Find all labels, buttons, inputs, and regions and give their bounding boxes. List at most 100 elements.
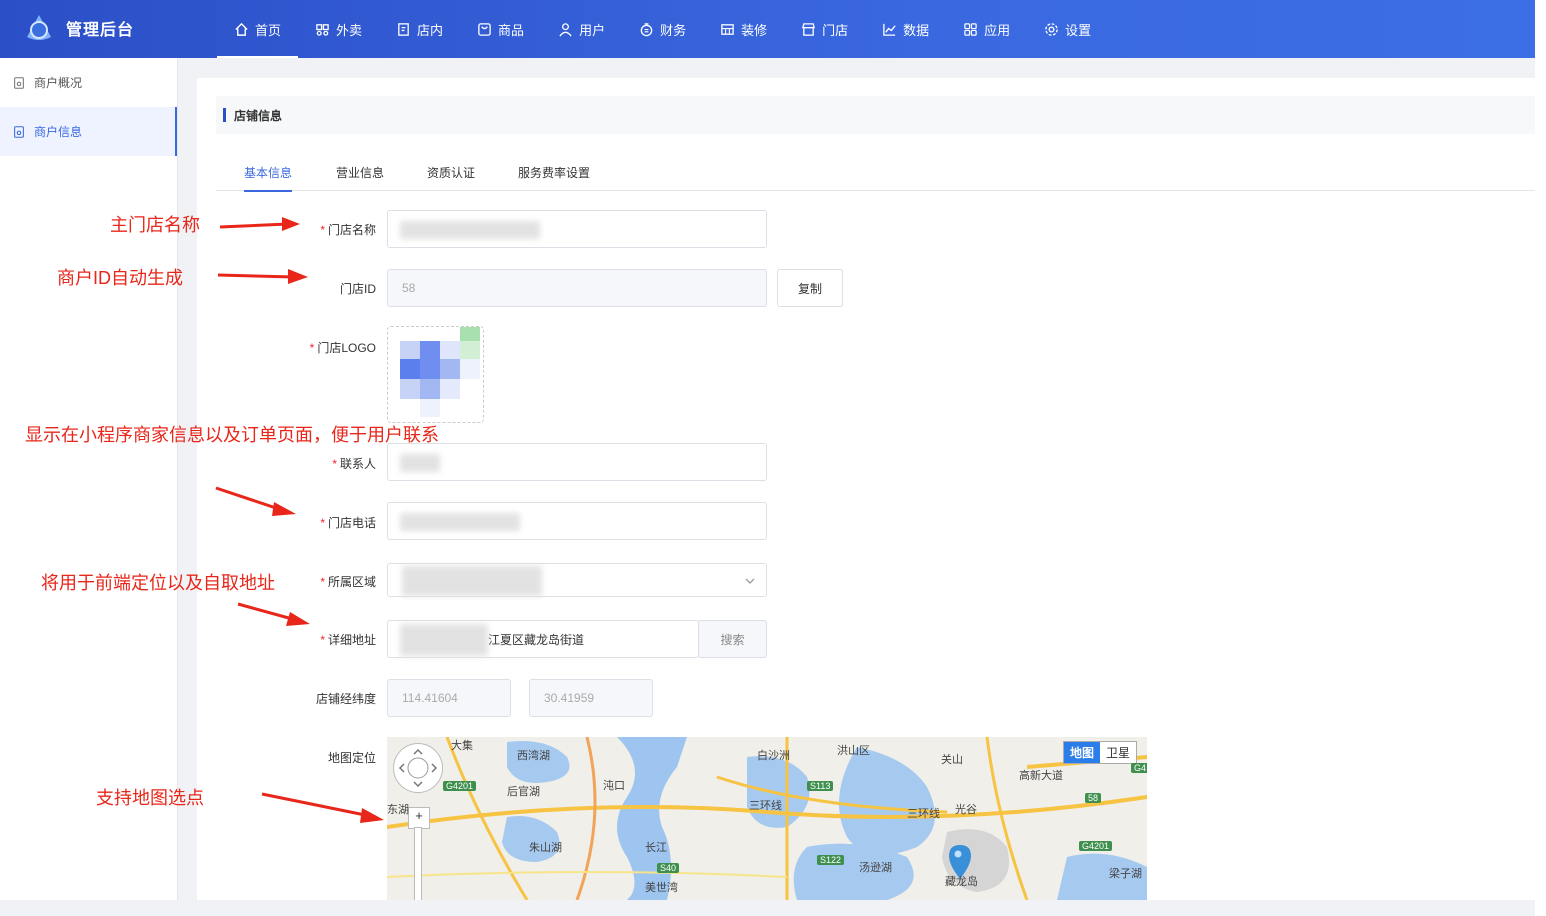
map-type-satellite[interactable]: 卫星 [1100,742,1136,763]
logo-label: * 门店LOGO [309,341,376,355]
map-road-badge: S40 [657,863,680,873]
sidebar-item-overview[interactable]: 商户概况 [0,58,177,107]
location-map[interactable]: 地图 卫星 + 大集 西湾湖 后官湖 沌口 白沙洲 洪山区 关山 高新大道 三环线 三环线 光谷 汤逊… [387,737,1147,900]
nav-decorate[interactable]: 装修 [703,0,784,58]
gear-icon [1045,22,1058,36]
longitude-input: 114.41604 [387,679,511,717]
chevron-down-icon [745,578,755,584]
document-icon [14,76,24,89]
redacted-text [400,221,540,239]
chart-icon [883,23,896,36]
top-navbar: 管理后台 首页 外卖 店内 商品 用户 财务 装修 门店 数据 应用 设置 [0,0,1535,58]
map-pan-control[interactable] [393,743,443,793]
sidebar-item-merchant-info[interactable]: 商户信息 [0,107,177,156]
section-marker [223,108,226,122]
nav-finance[interactable]: 财务 [622,0,703,58]
map-type-map[interactable]: 地图 [1063,742,1100,763]
nav-user[interactable]: 用户 [541,0,622,58]
address-search-button[interactable]: 搜索 [698,620,767,658]
store-name-input[interactable] [387,210,767,248]
map-road-badge: 58 [1085,793,1102,803]
nav-label: 应用 [984,22,1011,38]
map-place-label: 三环线 [749,800,782,812]
address-label: * 详细地址 [320,633,376,647]
map-place-label: 高新大道 [1019,770,1063,782]
brand[interactable]: 管理后台 [24,13,134,43]
section-title: 店铺信息 [234,108,283,123]
nav-goods[interactable]: 商品 [460,0,541,58]
annotation-location: 将用于前端定位以及自取地址 [41,573,275,593]
map-label: 地图定位 [327,751,376,765]
tab-bar: 基本信息 营业信息 资质认证 服务费率设置 [216,154,1535,192]
region-select[interactable] [387,563,767,597]
user-icon [559,22,572,36]
map-place-label: 光谷 [955,804,977,816]
document-icon [14,125,24,138]
map-place-label: 大集 [451,740,473,752]
map-place-label: 长江 [645,842,667,854]
delivery-icon [316,23,329,36]
nav-dine-in[interactable]: 店内 [379,0,460,58]
tab-service-fee[interactable]: 服务费率设置 [518,164,590,190]
dine-in-icon [398,22,409,36]
nav-label: 数据 [903,22,930,38]
arrow-icon [217,269,308,284]
latitude-input: 30.41959 [529,679,653,717]
nav-label: 外卖 [336,22,363,38]
tab-business-info[interactable]: 营业信息 [336,164,384,190]
map-road-badge: G4201 [443,781,477,791]
arrow-icon [237,602,310,626]
nav-label: 装修 [741,22,768,38]
apps-icon [964,22,977,36]
nav-delivery[interactable]: 外卖 [298,0,379,58]
redacted-text [402,566,542,596]
nav-apps[interactable]: 应用 [946,0,1027,58]
map-place-label: 梁子湖 [1109,868,1142,880]
map-place-label: 后官湖 [507,786,540,798]
map-place-label: 关山 [941,754,963,766]
map-zoom-slider[interactable] [414,827,422,900]
map-place-label: 汤逊湖 [859,862,892,874]
horizontal-scrollbar[interactable] [0,900,1535,916]
map-place-label: 朱山湖 [529,842,562,854]
nav-home[interactable]: 首页 [217,0,299,58]
home-icon [235,22,248,36]
nav-label: 财务 [660,22,687,38]
redacted-text [400,454,440,472]
nav-label: 首页 [255,22,282,38]
tab-qualification[interactable]: 资质认证 [427,164,475,190]
redacted-text [400,624,488,656]
nav-label: 用户 [579,22,606,38]
map-road-badge: G4 [1131,763,1147,773]
copy-button[interactable]: 复制 [777,269,843,307]
map-place-label: 沌口 [603,780,625,792]
arrow-icon [215,486,296,516]
address-value: 江夏区藏龙岛街道 [488,632,585,647]
nav-settings[interactable]: 设置 [1027,0,1108,58]
store-logo-image [400,327,480,417]
contact-input[interactable] [387,443,767,481]
coords-label: 店铺经纬度 [315,692,376,706]
store-icon [802,22,816,36]
brand-logo-icon [24,13,54,43]
annotation-store-name: 主门店名称 [110,215,200,235]
tab-basic-info[interactable]: 基本信息 [244,164,293,192]
nav-data[interactable]: 数据 [865,0,946,58]
section-header: 店铺信息 [216,96,1535,134]
annotation-map-pick: 支持地图选点 [96,788,204,808]
annotation-store-id: 商户ID自动生成 [57,268,183,288]
arrow-icon [219,217,300,231]
logo-upload[interactable] [387,326,484,423]
contact-label: * 联系人 [332,457,376,471]
goods-icon [478,22,491,36]
finance-icon [640,22,653,36]
address-input[interactable]: 江夏区藏龙岛街道 [387,620,699,658]
annotation-contact-info: 显示在小程序商家信息以及订单页面，便于用户联系 [25,425,439,445]
map-zoom-in-button[interactable]: + [408,807,430,829]
map-place-label: 三环线 [907,808,940,820]
map-type-switch: 地图 卫星 [1062,741,1137,764]
nav-store[interactable]: 门店 [784,0,865,58]
phone-input[interactable] [387,502,767,540]
store-id-input: 58 [387,269,767,307]
nav-label: 店内 [417,22,444,38]
